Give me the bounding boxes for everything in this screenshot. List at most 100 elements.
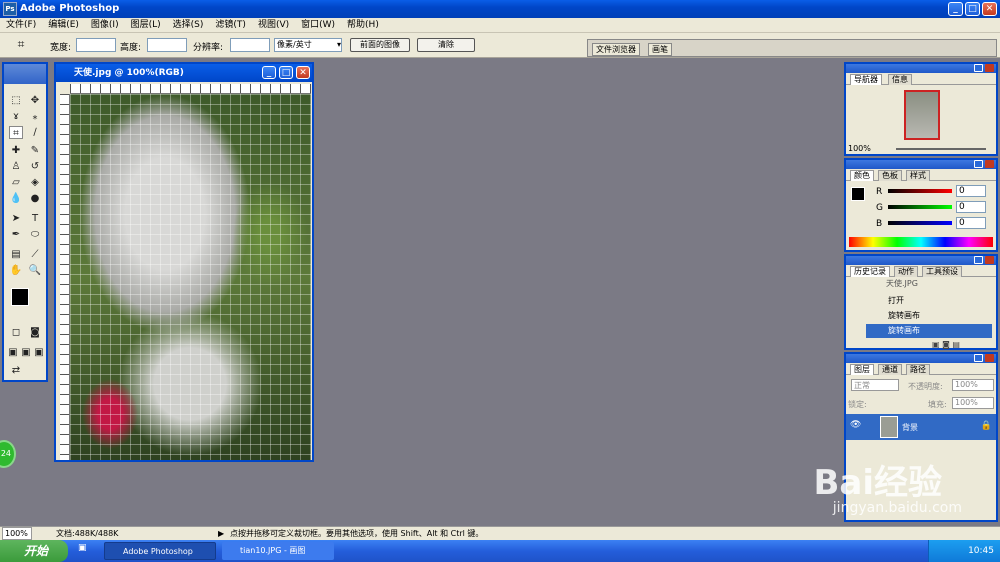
height-input[interactable] [147, 38, 187, 52]
maximize-button[interactable]: □ [965, 2, 980, 16]
layer-row[interactable]: 👁 背景 🔒 [846, 414, 996, 440]
screen-mode-3-icon[interactable]: ▣ [32, 346, 46, 359]
notes-tool-icon[interactable]: ▤ [9, 248, 23, 261]
history-item-selected[interactable]: 旋转画布 [866, 324, 992, 338]
close-button[interactable] [985, 64, 994, 72]
navigator-zoom[interactable]: 100% [848, 144, 871, 153]
crop-tool-icon[interactable]: ⌗ [9, 126, 23, 139]
screen-mode-1-icon[interactable]: ▣ [6, 346, 20, 359]
move-tool-icon[interactable]: ✥ [28, 94, 42, 107]
quick-mask-icon[interactable]: ◙ [28, 326, 42, 339]
fill-input[interactable]: 100% [952, 397, 994, 409]
marquee-tool-icon[interactable]: ⬚ [9, 94, 23, 107]
tab-swatches[interactable]: 色板 [878, 170, 902, 181]
menu-layer[interactable]: 图层(L) [125, 18, 167, 33]
minimize-button[interactable]: _ [948, 2, 963, 16]
dodge-tool-icon[interactable]: ● [28, 192, 42, 205]
tab-navigator[interactable]: 导航器 [850, 74, 882, 85]
history-snapshot[interactable]: 天使.JPG [886, 278, 918, 289]
r-slider[interactable] [888, 189, 952, 193]
navigator-thumbnail[interactable] [904, 90, 940, 140]
menu-help[interactable]: 帮助(H) [341, 18, 385, 33]
brush-tool-icon[interactable]: ✎ [28, 144, 42, 157]
layer-name[interactable]: 背景 [902, 422, 918, 433]
eye-icon[interactable]: 👁 [850, 420, 861, 430]
screen-mode-2-icon[interactable]: ▣ [19, 346, 33, 359]
eraser-tool-icon[interactable]: ▱ [9, 176, 23, 189]
eyedropper-icon[interactable]: ⟋ [28, 248, 42, 261]
g-input[interactable]: 0 [956, 201, 986, 213]
history-item[interactable]: 打开 [866, 294, 992, 308]
zoom-tool-icon[interactable]: 🔍 [28, 264, 42, 277]
tab-color[interactable]: 颜色 [850, 170, 874, 181]
jump-to-imageready-icon[interactable]: ⇄ [9, 364, 23, 377]
minimize-button[interactable] [974, 64, 983, 72]
paint-bucket-icon[interactable]: ◈ [28, 176, 42, 189]
menu-file[interactable]: 文件(F) [0, 18, 42, 33]
pen-tool-icon[interactable]: ✒ [9, 228, 23, 241]
tab-styles[interactable]: 样式 [906, 170, 930, 181]
clone-stamp-icon[interactable]: ♙ [9, 160, 23, 173]
path-select-icon[interactable]: ➤ [9, 212, 23, 225]
tab-actions[interactable]: 动作 [894, 266, 918, 277]
color-spectrum-bar[interactable] [849, 237, 993, 247]
menu-window[interactable]: 窗口(W) [295, 18, 341, 33]
history-brush-icon[interactable]: ↺ [28, 160, 42, 173]
r-input[interactable]: 0 [956, 185, 986, 197]
tab-info[interactable]: 信息 [888, 74, 912, 85]
resolution-input[interactable] [230, 38, 270, 52]
menu-filter[interactable]: 滤镜(T) [209, 18, 252, 33]
tab-paths[interactable]: 路径 [906, 364, 930, 375]
history-item[interactable]: 旋转画布 [866, 309, 992, 323]
width-input[interactable] [76, 38, 116, 52]
close-button[interactable]: ✕ [982, 2, 997, 16]
lasso-tool-icon[interactable]: ɤ [9, 110, 23, 123]
type-tool-icon[interactable]: T [28, 212, 42, 225]
minimize-button[interactable] [974, 256, 983, 264]
blend-mode-select[interactable]: 正常 [851, 379, 899, 391]
magic-wand-icon[interactable]: ⁎ [28, 110, 42, 123]
unit-select[interactable]: 像素/英寸 ▾ [274, 38, 342, 52]
crop-tool-icon[interactable]: ⌗ [14, 38, 28, 51]
tab-history[interactable]: 历史记录 [850, 266, 890, 277]
g-slider[interactable] [888, 205, 952, 209]
tab-layers[interactable]: 图层 [850, 364, 874, 375]
menu-image[interactable]: 图像(I) [85, 18, 125, 33]
front-image-button[interactable]: 前面的图像 [350, 38, 410, 52]
clear-button[interactable]: 清除 [417, 38, 475, 52]
tab-channels[interactable]: 通道 [878, 364, 902, 375]
close-button[interactable] [985, 256, 994, 264]
minimize-button[interactable] [974, 354, 983, 362]
play-icon[interactable]: ▶ [218, 527, 224, 540]
b-input[interactable]: 0 [956, 217, 986, 229]
slice-tool-icon[interactable]: ∕ [28, 126, 42, 139]
b-slider[interactable] [888, 221, 952, 225]
menu-edit[interactable]: 编辑(E) [42, 18, 85, 33]
start-button[interactable]: 开始 [0, 540, 68, 562]
zoom-slider[interactable] [896, 148, 986, 150]
doc-minimize-button[interactable]: _ [262, 66, 276, 79]
tab-tool-presets[interactable]: 工具预设 [922, 266, 962, 277]
opacity-input[interactable]: 100% [952, 379, 994, 391]
status-zoom[interactable]: 100% [2, 527, 32, 540]
angel-photo-canvas[interactable] [70, 94, 311, 460]
close-button[interactable] [985, 354, 994, 362]
task-photoshop[interactable]: Adobe Photoshop [104, 542, 216, 560]
color-fg-swatch[interactable] [851, 187, 865, 201]
tab-file-browser[interactable]: 文件浏览器 [592, 43, 640, 56]
foreground-color-swatch[interactable] [11, 288, 29, 306]
healing-brush-icon[interactable]: ✚ [9, 144, 23, 157]
menu-view[interactable]: 视图(V) [252, 18, 295, 33]
minimize-button[interactable] [974, 160, 983, 168]
hand-tool-icon[interactable]: ✋ [9, 264, 23, 277]
task-paint[interactable]: tian10.JPG - 画图 [222, 542, 334, 560]
standard-mode-icon[interactable]: ◻ [9, 326, 23, 339]
shape-tool-icon[interactable]: ⬭ [28, 228, 42, 241]
doc-close-button[interactable]: ✕ [296, 66, 310, 79]
menu-select[interactable]: 选择(S) [167, 18, 210, 33]
doc-maximize-button[interactable]: □ [279, 66, 293, 79]
close-button[interactable] [985, 160, 994, 168]
blur-tool-icon[interactable]: 💧 [9, 192, 23, 205]
tab-brushes[interactable]: 画笔 [648, 43, 672, 56]
show-desktop-icon[interactable]: ▣ [78, 543, 87, 553]
